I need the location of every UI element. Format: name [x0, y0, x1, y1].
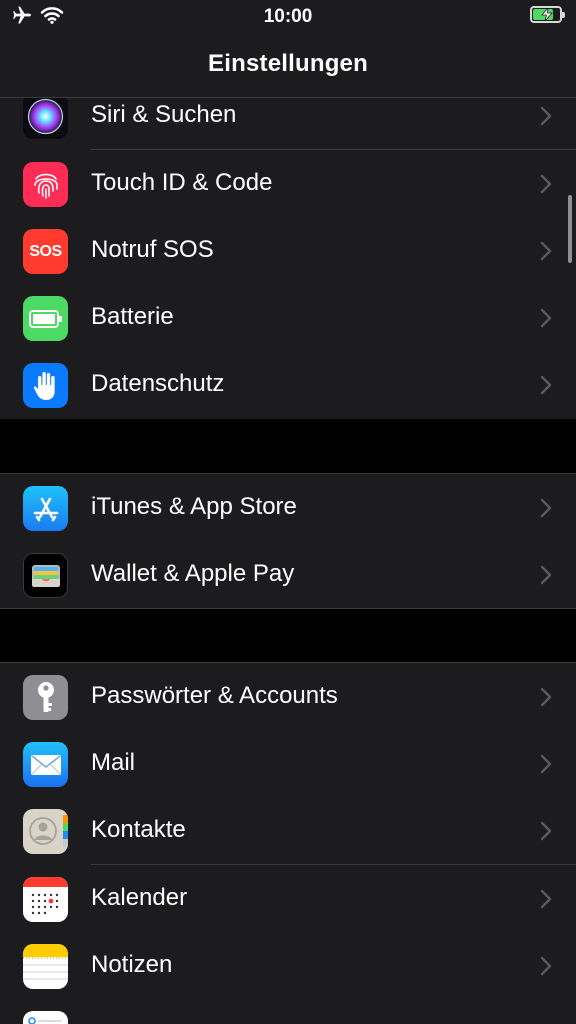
siri-icon: [23, 94, 68, 139]
app-store-icon: [23, 486, 68, 531]
chevron-right-icon: [540, 754, 552, 774]
settings-row-mail[interactable]: Mail: [0, 730, 576, 798]
settings-row-notruf-sos[interactable]: SOS Notruf SOS: [0, 217, 576, 285]
reminders-icon: [23, 1011, 68, 1024]
settings-row-label: Wallet & Apple Pay: [91, 560, 295, 587]
settings-row-label: Kontakte: [91, 816, 186, 843]
settings-row-touch-id[interactable]: Touch ID & Code: [0, 150, 576, 218]
settings-row-label: Kalender: [91, 884, 188, 911]
battery-icon: [23, 296, 68, 341]
charging-bolt-icon: [541, 8, 553, 21]
settings-row-label: Notruf SOS: [91, 236, 214, 263]
navigation-bar: Einstellungen: [0, 32, 576, 98]
fingerprint-icon: [23, 162, 68, 207]
chevron-right-icon: [540, 889, 552, 909]
calendar-icon: [23, 877, 68, 922]
status-time: 10:00: [263, 6, 313, 27]
settings-row-passwoerter-accounts[interactable]: Passwörter & Accounts: [0, 663, 576, 731]
sos-icon-text: SOS: [29, 242, 62, 260]
chevron-right-icon: [540, 821, 552, 841]
hand-icon: [23, 363, 68, 408]
chevron-right-icon: [540, 375, 552, 395]
settings-row-kalender[interactable]: Kalender: [0, 865, 576, 933]
page-title: Einstellungen: [208, 50, 368, 77]
settings-row-label: Siri & Suchen: [91, 101, 237, 128]
settings-row-label: Datenschutz: [91, 370, 225, 397]
settings-row-wallet-apple-pay[interactable]: Wallet & Apple Pay: [0, 541, 576, 609]
notes-icon: [23, 944, 68, 989]
chevron-right-icon: [540, 106, 552, 126]
settings-row-label: Mail: [91, 749, 136, 776]
settings-row-itunes-app-store[interactable]: iTunes & App Store: [0, 474, 576, 542]
chevron-right-icon: [540, 498, 552, 518]
chevron-right-icon: [540, 956, 552, 976]
settings-row-kontakte[interactable]: Kontakte: [0, 797, 576, 865]
battery-status-icon: [530, 6, 565, 23]
key-icon: [23, 675, 68, 720]
chevron-right-icon: [540, 241, 552, 261]
mail-icon: [23, 742, 68, 787]
sos-icon: SOS: [23, 229, 68, 274]
chevron-right-icon: [540, 687, 552, 707]
status-bar: 10:00: [0, 0, 576, 32]
settings-row-batterie[interactable]: Batterie: [0, 284, 576, 352]
settings-row-label: iTunes & App Store: [91, 493, 297, 520]
wallet-icon: [23, 553, 68, 598]
status-right: [530, 6, 565, 23]
chevron-right-icon: [540, 308, 552, 328]
settings-list: Siri & Suchen Touch ID & Code SOS Notruf…: [0, 0, 576, 1024]
scroll-indicator[interactable]: [568, 195, 572, 263]
settings-row-label: Passwörter & Accounts: [91, 682, 338, 709]
chevron-right-icon: [540, 174, 552, 194]
chevron-right-icon: [540, 565, 552, 585]
settings-row-datenschutz[interactable]: Datenschutz: [0, 351, 576, 419]
settings-row-label: Batterie: [91, 303, 174, 330]
settings-row-notizen[interactable]: Notizen: [0, 932, 576, 1000]
group-divider: [0, 608, 576, 609]
settings-row-label: Notizen: [91, 951, 173, 978]
settings-row-erinnerungen[interactable]: [0, 999, 576, 1024]
contacts-icon: [23, 809, 68, 854]
settings-row-label: Touch ID & Code: [91, 169, 273, 196]
